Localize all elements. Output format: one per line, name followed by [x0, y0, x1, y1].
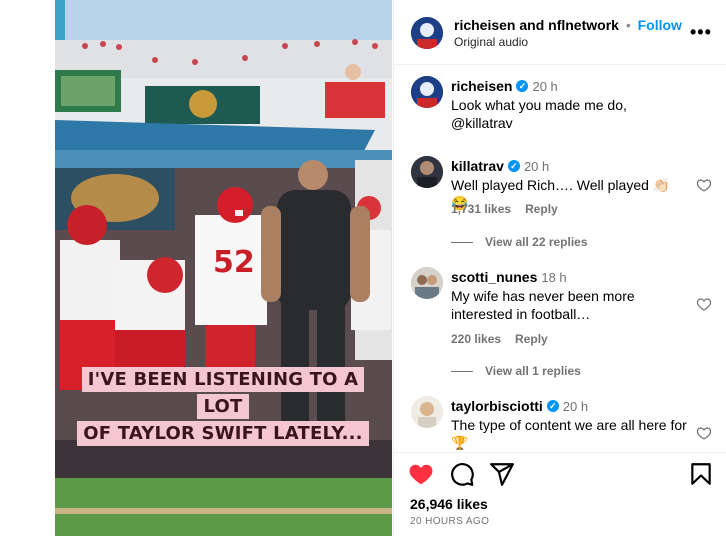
username-text[interactable]: scotti_nunes: [451, 269, 537, 285]
view-replies-link[interactable]: View all 1 replies: [451, 364, 581, 378]
username-text[interactable]: killatrav: [451, 158, 504, 174]
comment-time: 18 h: [541, 270, 567, 285]
commenter-avatar[interactable]: [411, 156, 443, 188]
comment-like-count[interactable]: 220 likes: [451, 332, 501, 346]
comments-list[interactable]: richeisen ✓ 20 h Look what you made me do,…: [394, 66, 726, 450]
comment-meta: 220 likes Reply: [451, 332, 548, 346]
replies-divider-line: [451, 371, 473, 373]
username-text[interactable]: richeisen: [451, 78, 512, 94]
avatar-image: [411, 17, 443, 49]
author-avatar[interactable]: [411, 17, 443, 49]
reply-button[interactable]: Reply: [515, 332, 548, 346]
view-replies-text[interactable]: View all 1 replies: [485, 364, 581, 378]
username-text[interactable]: taylorbisciotti: [451, 398, 543, 414]
comment-time: 20 h: [523, 159, 550, 174]
caption-line-2: OF TAYLOR SWIFT LATELY...: [77, 421, 369, 446]
view-replies-text[interactable]: View all 22 replies: [485, 235, 588, 249]
author-link[interactable]: richeisen: [454, 17, 515, 33]
verified-badge-icon: ✓: [516, 80, 529, 93]
avatar-image: [411, 396, 443, 428]
post-timestamp[interactable]: 20 HOURS AGO: [410, 516, 489, 527]
original-audio-link[interactable]: Original audio: [454, 35, 528, 49]
comment-text: My wife has never been more interested i…: [451, 288, 635, 322]
verified-badge-icon: ✓: [546, 400, 559, 413]
and-text: and: [519, 17, 545, 33]
like-heart-icon[interactable]: [408, 461, 434, 487]
post-author-line: richeisen and nflnetwork • Follow: [454, 17, 682, 33]
jersey-number: 52: [213, 245, 255, 280]
comment-text: Look what you made me do, @killatrav: [451, 97, 627, 131]
replies-divider-line: [451, 242, 473, 244]
instagram-post-view: 52 I'VE BEEN LISTENING TO A LOT OF TAYLO…: [0, 0, 726, 536]
verified-badge-icon: ✓: [507, 160, 520, 173]
comment-time: 20 h: [562, 399, 589, 414]
video-caption: I'VE BEEN LISTENING TO A LOT OF TAYLOR S…: [69, 366, 377, 447]
coauthor-link[interactable]: nflnetwork: [548, 17, 619, 33]
post-header: richeisen and nflnetwork • Follow Origin…: [394, 0, 726, 65]
commenter-avatar[interactable]: [411, 267, 443, 299]
follow-button[interactable]: Follow: [638, 17, 682, 33]
post-like-count[interactable]: 26,946 likes: [410, 496, 488, 512]
avatar-image: [411, 267, 443, 299]
comment-text: The type of content we are all here for …: [451, 417, 687, 450]
like-comment-heart-icon[interactable]: [696, 296, 712, 312]
comment-time: 20 h: [532, 79, 558, 94]
video-frame: 52: [55, 0, 392, 536]
avatar-image: [411, 156, 443, 188]
comment-meta: 1,731 likes Reply: [451, 202, 558, 216]
avatar-image: [411, 76, 443, 108]
post-side-panel: richeisen and nflnetwork • Follow Origin…: [393, 0, 726, 536]
caption-line-1: I'VE BEEN LISTENING TO A LOT: [81, 367, 365, 419]
reply-button[interactable]: Reply: [525, 202, 558, 216]
more-options-icon[interactable]: •••: [690, 22, 712, 43]
view-replies-link[interactable]: View all 22 replies: [451, 235, 588, 249]
share-send-icon[interactable]: [489, 461, 515, 487]
commenter-avatar[interactable]: [411, 396, 443, 428]
comment-like-count[interactable]: 1,731 likes: [451, 202, 511, 216]
comment-bubble-icon[interactable]: [449, 461, 475, 487]
commenter-avatar[interactable]: [411, 76, 443, 108]
comment-username[interactable]: taylorbisciotti ✓ 20 h: [451, 398, 588, 414]
separator-dot: •: [625, 17, 631, 33]
comment-username[interactable]: scotti_nunes 18 h: [451, 269, 567, 285]
comment-username[interactable]: richeisen ✓ 20 h: [451, 78, 558, 94]
reel-video[interactable]: 52 I'VE BEEN LISTENING TO A LOT OF TAYLO…: [55, 0, 392, 536]
post-actions-bar: 26,946 likes 20 HOURS AGO: [394, 452, 726, 537]
like-comment-heart-icon[interactable]: [696, 425, 712, 441]
comment-username[interactable]: killatrav ✓ 20 h: [451, 158, 549, 174]
like-comment-heart-icon[interactable]: [696, 177, 712, 193]
save-bookmark-icon[interactable]: [688, 461, 714, 487]
